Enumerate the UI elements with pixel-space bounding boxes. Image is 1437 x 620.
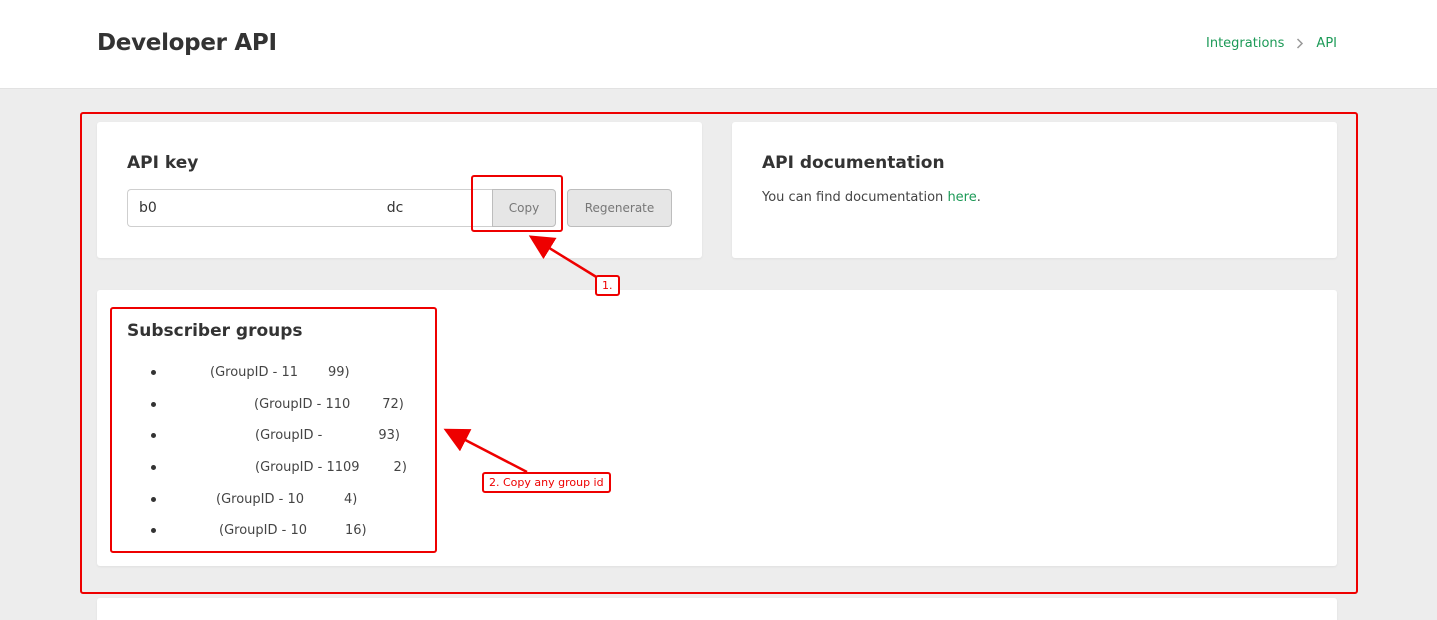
next-card: [97, 598, 1337, 620]
page-title: Developer API: [97, 30, 277, 56]
bullet-icon: [151, 528, 156, 534]
group-id-label: (GroupID - 11: [210, 365, 298, 381]
group-id-label: (GroupID - 1109: [255, 460, 360, 476]
breadcrumb-integrations-link[interactable]: Integrations: [1206, 36, 1284, 51]
bullet-icon: [151, 401, 156, 407]
annotation-step-1: 1.: [595, 275, 620, 296]
bullet-icon: [151, 496, 156, 502]
api-key-value-end: dc: [386, 200, 404, 216]
group-item: (GroupID - 10 4): [151, 483, 407, 515]
api-key-field[interactable]: b0 dc: [127, 189, 492, 227]
group-list: (GroupID - 11 99) (GroupID - 110 72) (Grou…: [151, 357, 407, 547]
documentation-text-after: .: [976, 190, 981, 205]
group-item: (GroupID - 1109 2): [151, 452, 407, 484]
group-id-label: (GroupID - 10: [216, 491, 304, 507]
annotation-step-2: 2. Copy any group id: [482, 472, 611, 493]
group-item: (GroupID - 93): [151, 420, 407, 452]
group-id-suffix: 2): [393, 460, 407, 476]
api-key-value-start: b0: [139, 200, 157, 216]
group-item: (GroupID - 110 72): [151, 389, 407, 421]
bullet-icon: [151, 465, 156, 471]
group-id-suffix: 72): [382, 396, 404, 412]
subscriber-groups-card: Subscriber groups (GroupID - 11 99) (Grou…: [97, 290, 1337, 566]
copy-button[interactable]: Copy: [492, 189, 556, 227]
bullet-icon: [151, 370, 156, 376]
api-documentation-title: API documentation: [762, 153, 945, 173]
chevron-right-icon: [1296, 38, 1304, 49]
api-key-card: API key b0 dc Copy Regenerate: [97, 122, 702, 258]
documentation-text-before: You can find documentation: [762, 190, 948, 205]
group-id-suffix: 4): [344, 491, 358, 507]
documentation-link[interactable]: here: [947, 190, 976, 205]
group-id-label: (GroupID - 10: [219, 523, 307, 539]
api-documentation-card: API documentation You can find documenta…: [732, 122, 1337, 258]
group-item: (GroupID - 11 99): [151, 357, 407, 389]
group-id-label: (GroupID - 110: [254, 396, 351, 412]
breadcrumb: Integrations API: [1206, 36, 1337, 51]
group-item: (GroupID - 10 16): [151, 515, 407, 547]
group-id-label: (GroupID -: [255, 428, 323, 444]
group-id-suffix: 99): [328, 365, 350, 381]
breadcrumb-api-link[interactable]: API: [1316, 36, 1337, 51]
documentation-text: You can find documentation here.: [762, 190, 981, 205]
group-id-suffix: 93): [378, 428, 400, 444]
api-key-title: API key: [127, 153, 199, 173]
regenerate-button[interactable]: Regenerate: [567, 189, 672, 227]
group-id-suffix: 16): [345, 523, 367, 539]
bullet-icon: [151, 433, 156, 439]
top-bar: Developer API Integrations API: [0, 0, 1437, 89]
subscriber-groups-title: Subscriber groups: [127, 321, 303, 341]
